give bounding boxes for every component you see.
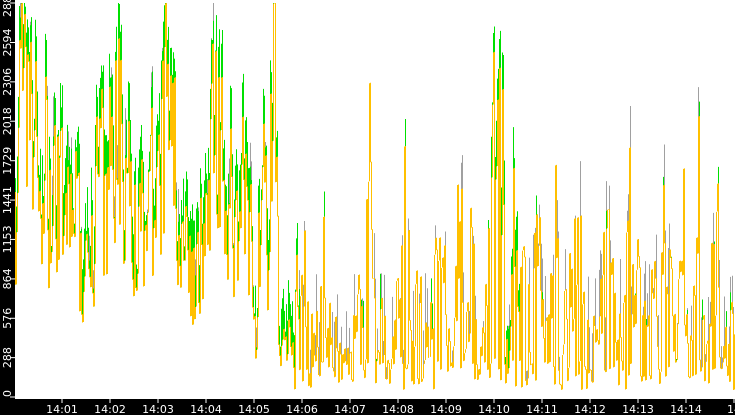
x-tick-label: 14:14 xyxy=(670,403,702,415)
x-tick-label: 14:10 xyxy=(478,403,510,415)
y-tick-label: 2018 xyxy=(1,107,14,135)
line-chart: 0 288 576 864 1153 1441 1729 2018 2306 2594 2883 1… xyxy=(0,0,735,415)
x-tick-label: 14:05 xyxy=(238,403,270,415)
y-tick-label: 288 xyxy=(1,347,14,368)
x-tick-label: 14:02 xyxy=(94,403,126,415)
y-tick-label: 2594 xyxy=(1,28,14,56)
y-tick-label: 864 xyxy=(1,268,14,289)
y-tick-label: 1153 xyxy=(1,225,14,253)
x-tick-label: 14:01 xyxy=(46,403,78,415)
x-tick-label: 14:04 xyxy=(190,403,222,415)
y-tick-label: 2883 xyxy=(1,0,14,17)
x-tick-label: 14:03 xyxy=(142,403,174,415)
x-tick-label: 14:08 xyxy=(382,403,414,415)
y-tick-label: 1729 xyxy=(1,147,14,175)
x-tick-label: 14:09 xyxy=(430,403,462,415)
y-tick-label: 1441 xyxy=(1,186,14,214)
x-tick-label: 14 xyxy=(727,403,735,415)
y-tick-label: 2306 xyxy=(1,68,14,96)
y-tick-label: 576 xyxy=(1,308,14,329)
x-tick-label: 14:13 xyxy=(622,403,654,415)
x-tick-label: 14:11 xyxy=(526,403,558,415)
x-tick-label: 14:12 xyxy=(574,403,606,415)
x-tick-label: 14:07 xyxy=(334,403,366,415)
y-tick-label: 0 xyxy=(1,390,14,397)
x-tick-label: 14:06 xyxy=(286,403,318,415)
